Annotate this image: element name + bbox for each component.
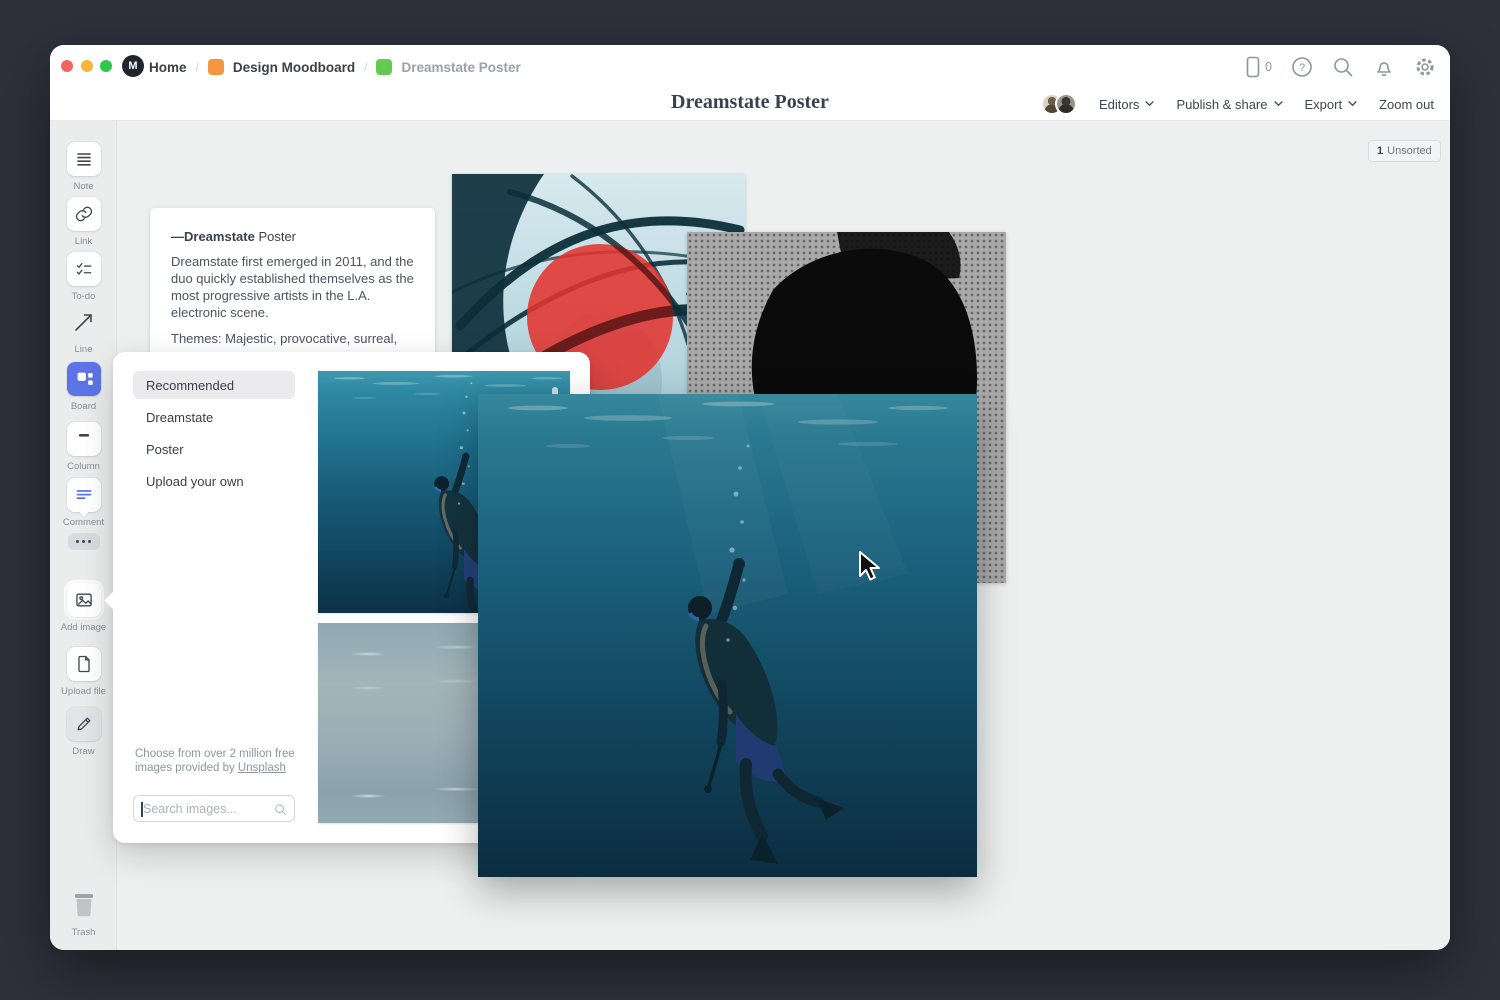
board-canvas[interactable]: Note Link To-do Line Board — [50, 121, 1450, 950]
board-header: Dreamstate Poster Editors Publish & shar… — [50, 89, 1450, 121]
more-dots-icon — [68, 533, 100, 550]
breadcrumb-separator: / — [364, 60, 367, 74]
breadcrumb-separator: / — [196, 60, 199, 74]
breadcrumb-home[interactable]: Home — [149, 60, 187, 75]
menu-item-dreamstate[interactable]: Dreamstate — [133, 403, 295, 431]
device-preview-button[interactable]: 0 — [1245, 56, 1272, 78]
export-label: Export — [1305, 97, 1343, 112]
bell-icon — [1373, 56, 1395, 78]
link-icon — [74, 204, 94, 224]
search-icon — [274, 803, 287, 816]
app-window: M Home / Design Moodboard / Dreamstate P… — [50, 45, 1450, 950]
macos-close-button[interactable] — [61, 60, 73, 72]
tool-column[interactable]: Column — [50, 422, 117, 472]
gear-icon — [1414, 56, 1436, 78]
chevron-down-icon — [1145, 101, 1154, 107]
search-button[interactable] — [1332, 56, 1354, 78]
help-button[interactable]: ? — [1291, 56, 1313, 78]
svg-text:?: ? — [1299, 62, 1305, 74]
tool-label: Board — [71, 401, 96, 412]
search-icon — [1332, 56, 1354, 78]
editors-button[interactable]: Editors — [1099, 97, 1154, 112]
dragged-image-diver[interactable] — [478, 394, 977, 877]
breadcrumb-dreamstate-poster[interactable]: Dreamstate Poster — [401, 60, 520, 75]
publish-share-label: Publish & share — [1176, 97, 1267, 112]
draw-pencil-icon — [74, 714, 94, 734]
upload-file-icon — [74, 654, 94, 674]
device-count: 0 — [1265, 60, 1272, 74]
tool-line[interactable]: Line — [50, 305, 117, 355]
editors-avatars[interactable] — [1041, 93, 1077, 115]
device-icon — [1245, 56, 1261, 78]
unsorted-count: 1 — [1377, 145, 1383, 157]
tool-comment[interactable]: Comment — [50, 478, 117, 528]
search-images-input[interactable] — [134, 796, 294, 821]
unsorted-label: Unsorted — [1387, 145, 1432, 157]
publish-share-button[interactable]: Publish & share — [1176, 97, 1282, 112]
breadcrumb-design-moodboard[interactable]: Design Moodboard — [233, 60, 355, 75]
mouse-cursor — [857, 550, 883, 582]
notifications-button[interactable] — [1373, 56, 1395, 78]
menu-item-poster[interactable]: Poster — [133, 435, 295, 463]
tool-draw[interactable]: Draw — [50, 707, 117, 757]
green-board-swatch-icon — [376, 59, 392, 75]
note-card-title: —Dreamstate Poster — [171, 229, 414, 244]
tool-note[interactable]: Note — [50, 142, 117, 192]
tool-add-image[interactable]: Add image — [50, 583, 117, 633]
titlebar: M Home / Design Moodboard / Dreamstate P… — [50, 45, 1450, 89]
image-search-box — [133, 795, 295, 822]
milanote-logo[interactable]: M — [122, 55, 144, 77]
note-card-body: Dreamstate first emerged in 2011, and th… — [171, 253, 414, 321]
note-card-themes: Themes: Majestic, provocative, surreal, — [171, 330, 414, 347]
tool-label: Note — [73, 181, 93, 192]
tool-board[interactable]: Board — [50, 362, 117, 412]
tool-label: To-do — [72, 291, 96, 302]
image-picker-menu: Recommended Dreamstate Poster Upload you… — [133, 371, 295, 499]
board-icon — [73, 368, 95, 390]
tool-label: Line — [75, 344, 93, 355]
tool-label: Comment — [63, 517, 104, 528]
tool-label: Add image — [61, 622, 106, 633]
breadcrumb: Home / Design Moodboard / Dreamstate Pos… — [149, 45, 521, 89]
todo-icon — [74, 259, 94, 279]
help-icon: ? — [1291, 56, 1313, 78]
unsplash-link[interactable]: Unsplash — [238, 762, 286, 774]
tool-label: Draw — [72, 746, 94, 757]
tool-upload-file[interactable]: Upload file — [50, 647, 117, 697]
macos-minimize-button[interactable] — [81, 60, 93, 72]
tool-link[interactable]: Link — [50, 197, 117, 247]
settings-button[interactable] — [1414, 56, 1436, 78]
add-image-icon — [74, 590, 94, 610]
tool-trash[interactable]: Trash — [50, 888, 117, 938]
unsplash-attribution: Choose from over 2 million free images p… — [135, 747, 303, 775]
zoom-out-button[interactable]: Zoom out — [1379, 97, 1434, 112]
tool-label: Trash — [72, 927, 96, 938]
tools-sidebar: Note Link To-do Line Board — [50, 121, 117, 950]
menu-item-recommended[interactable]: Recommended — [133, 371, 295, 399]
tool-more[interactable] — [50, 533, 117, 550]
zoom-out-label: Zoom out — [1379, 97, 1434, 112]
chevron-down-icon — [1348, 101, 1357, 107]
comment-icon — [74, 485, 94, 505]
chevron-down-icon — [1274, 101, 1283, 107]
line-arrow-icon — [72, 310, 96, 334]
orange-board-swatch-icon — [208, 59, 224, 75]
menu-item-upload-your-own[interactable]: Upload your own — [133, 467, 295, 495]
unsorted-badge[interactable]: 1 Unsorted — [1368, 140, 1441, 162]
tool-todo[interactable]: To-do — [50, 252, 117, 302]
trash-icon — [70, 890, 98, 920]
tool-label: Link — [75, 236, 92, 247]
export-button[interactable]: Export — [1305, 97, 1358, 112]
avatar — [1055, 93, 1077, 115]
note-icon — [74, 149, 94, 169]
column-icon — [74, 429, 94, 449]
editors-label: Editors — [1099, 97, 1139, 112]
tool-label: Upload file — [61, 686, 106, 697]
macos-zoom-button[interactable] — [100, 60, 112, 72]
tool-label: Column — [67, 461, 100, 472]
